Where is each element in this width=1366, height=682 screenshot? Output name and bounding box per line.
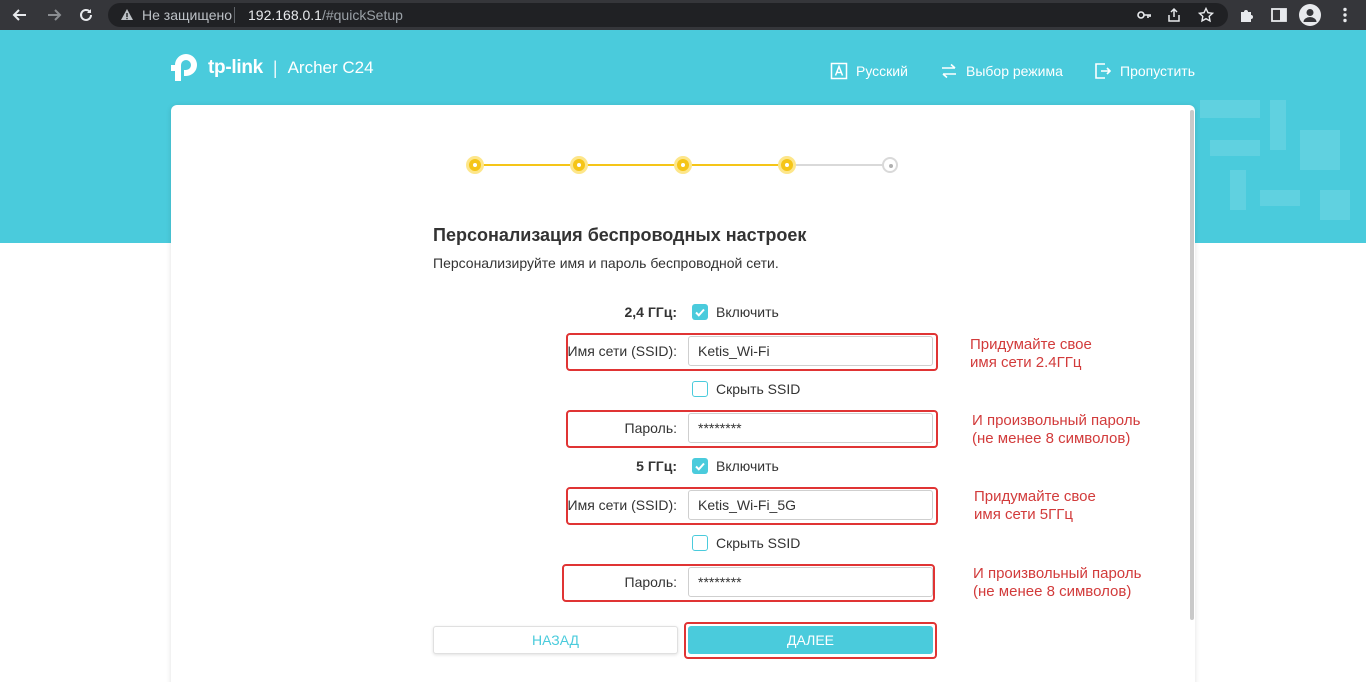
decor-tile [1200, 100, 1260, 118]
menu-kebab-icon[interactable] [1336, 6, 1354, 24]
annotation-pass24: И произвольный пароль (не менее 8 символ… [972, 412, 1140, 448]
page-subtitle: Персонализируйте имя и пароль беспроводн… [433, 255, 779, 271]
reload-icon[interactable] [76, 5, 96, 25]
switch-arrows-icon [942, 63, 956, 79]
annotation-line: И произвольный пароль [972, 412, 1141, 429]
band24-enable-label: Включить [716, 304, 779, 320]
decor-tile [1300, 130, 1340, 170]
annotation-ssid5: Придумайте свое имя сети 5ГГц [974, 488, 1096, 524]
annotation-line: имя сети 2.4ГГц [970, 354, 1082, 371]
side-panel-icon[interactable] [1270, 6, 1288, 24]
mode-selector[interactable]: Выбор режима [940, 60, 1063, 82]
scrollbar[interactable] [1190, 110, 1194, 620]
tp-link-logo-icon [171, 54, 197, 81]
extensions-puzzle-icon[interactable] [1238, 6, 1256, 24]
browser-toolbar: Не защищено 192.168.0.1/#quickSetup [0, 0, 1366, 30]
key-icon[interactable] [1136, 7, 1152, 23]
security-status: Не защищено [142, 7, 232, 23]
checkmark-icon [695, 308, 705, 317]
band24-enable-checkbox[interactable] [692, 304, 708, 320]
brand-name: tp-link [208, 57, 263, 78]
annotation-line: И произвольный пароль [973, 565, 1142, 582]
exit-icon [1095, 63, 1112, 79]
skip-label: Пропустить [1120, 63, 1195, 79]
bookmark-star-icon[interactable] [1198, 7, 1214, 23]
band5-hide-ssid-checkbox[interactable] [692, 535, 708, 551]
brand-separator: | [272, 57, 278, 78]
annotation-line: (не менее 8 символов) [973, 583, 1132, 600]
back-button[interactable]: НАЗАД [433, 626, 678, 654]
progress-line-pending [787, 164, 891, 166]
band5-ssid-label: Имя сети (SSID): [567, 497, 678, 513]
band24-label: 2,4 ГГц: [624, 304, 678, 320]
decor-tile [1230, 170, 1246, 210]
forward-arrow-icon[interactable] [44, 5, 64, 25]
language-label: Русский [856, 63, 908, 79]
step-2-dot [570, 156, 588, 174]
annotation-pass5: И произвольный пароль (не менее 8 символ… [973, 565, 1141, 601]
step-1-dot [466, 156, 484, 174]
language-selector[interactable]: Русский [830, 60, 908, 82]
band24-ssid-label: Имя сети (SSID): [567, 343, 678, 359]
back-arrow-icon[interactable] [10, 5, 30, 25]
band5-hide-ssid-label: Скрыть SSID [716, 535, 801, 551]
share-icon[interactable] [1166, 7, 1182, 23]
page-title: Персонализация беспроводных настроек [433, 225, 807, 245]
annotation-line: Придумайте свое [974, 488, 1096, 505]
decor-tile [1320, 190, 1350, 220]
band5-enable-checkbox[interactable] [692, 458, 708, 474]
annotation-ssid24: Придумайте свое имя сети 2.4ГГц [970, 336, 1092, 372]
band24-password-label: Пароль: [624, 420, 677, 436]
model-name: Archer C24 [287, 58, 374, 77]
checkmark-icon [695, 462, 705, 471]
band24-hide-ssid-checkbox[interactable] [692, 381, 708, 397]
url-text: 192.168.0.1/#quickSetup [248, 7, 403, 23]
band24-ssid-input[interactable] [688, 336, 933, 366]
band5-password-label: Пароль: [624, 574, 677, 590]
step-3-dot [674, 156, 692, 174]
decor-tile [1270, 100, 1286, 150]
annotation-line: (не менее 8 символов) [972, 430, 1131, 447]
warning-icon [121, 9, 133, 20]
band5-ssid-input[interactable] [688, 490, 933, 520]
brand-logo: tp-link | Archer C24 [170, 48, 374, 88]
address-bar[interactable]: Не защищено 192.168.0.1/#quickSetup [108, 3, 1228, 27]
language-icon [830, 62, 848, 80]
decor-tile [1260, 190, 1300, 206]
skip-button[interactable]: Пропустить [1094, 60, 1195, 82]
profile-avatar-icon[interactable] [1299, 4, 1321, 26]
band24-hide-ssid-label: Скрыть SSID [716, 381, 801, 397]
mode-label: Выбор режима [966, 63, 1063, 79]
decor-tile [1210, 140, 1260, 156]
next-button[interactable]: ДАЛЕЕ [688, 626, 933, 654]
band5-enable-label: Включить [716, 458, 779, 474]
omnibox-divider [234, 7, 235, 23]
band5-label: 5 ГГц: [636, 458, 677, 474]
progress-line-done [475, 164, 787, 166]
url-path: /#quickSetup [321, 7, 403, 23]
annotation-line: имя сети 5ГГц [974, 506, 1073, 523]
url-host: 192.168.0.1 [248, 7, 322, 23]
band24-password-input[interactable] [688, 413, 933, 443]
band5-password-input[interactable] [688, 567, 933, 597]
annotation-line: Придумайте свое [970, 336, 1092, 353]
step-4-dot [778, 156, 796, 174]
step-5-dot [882, 157, 898, 173]
